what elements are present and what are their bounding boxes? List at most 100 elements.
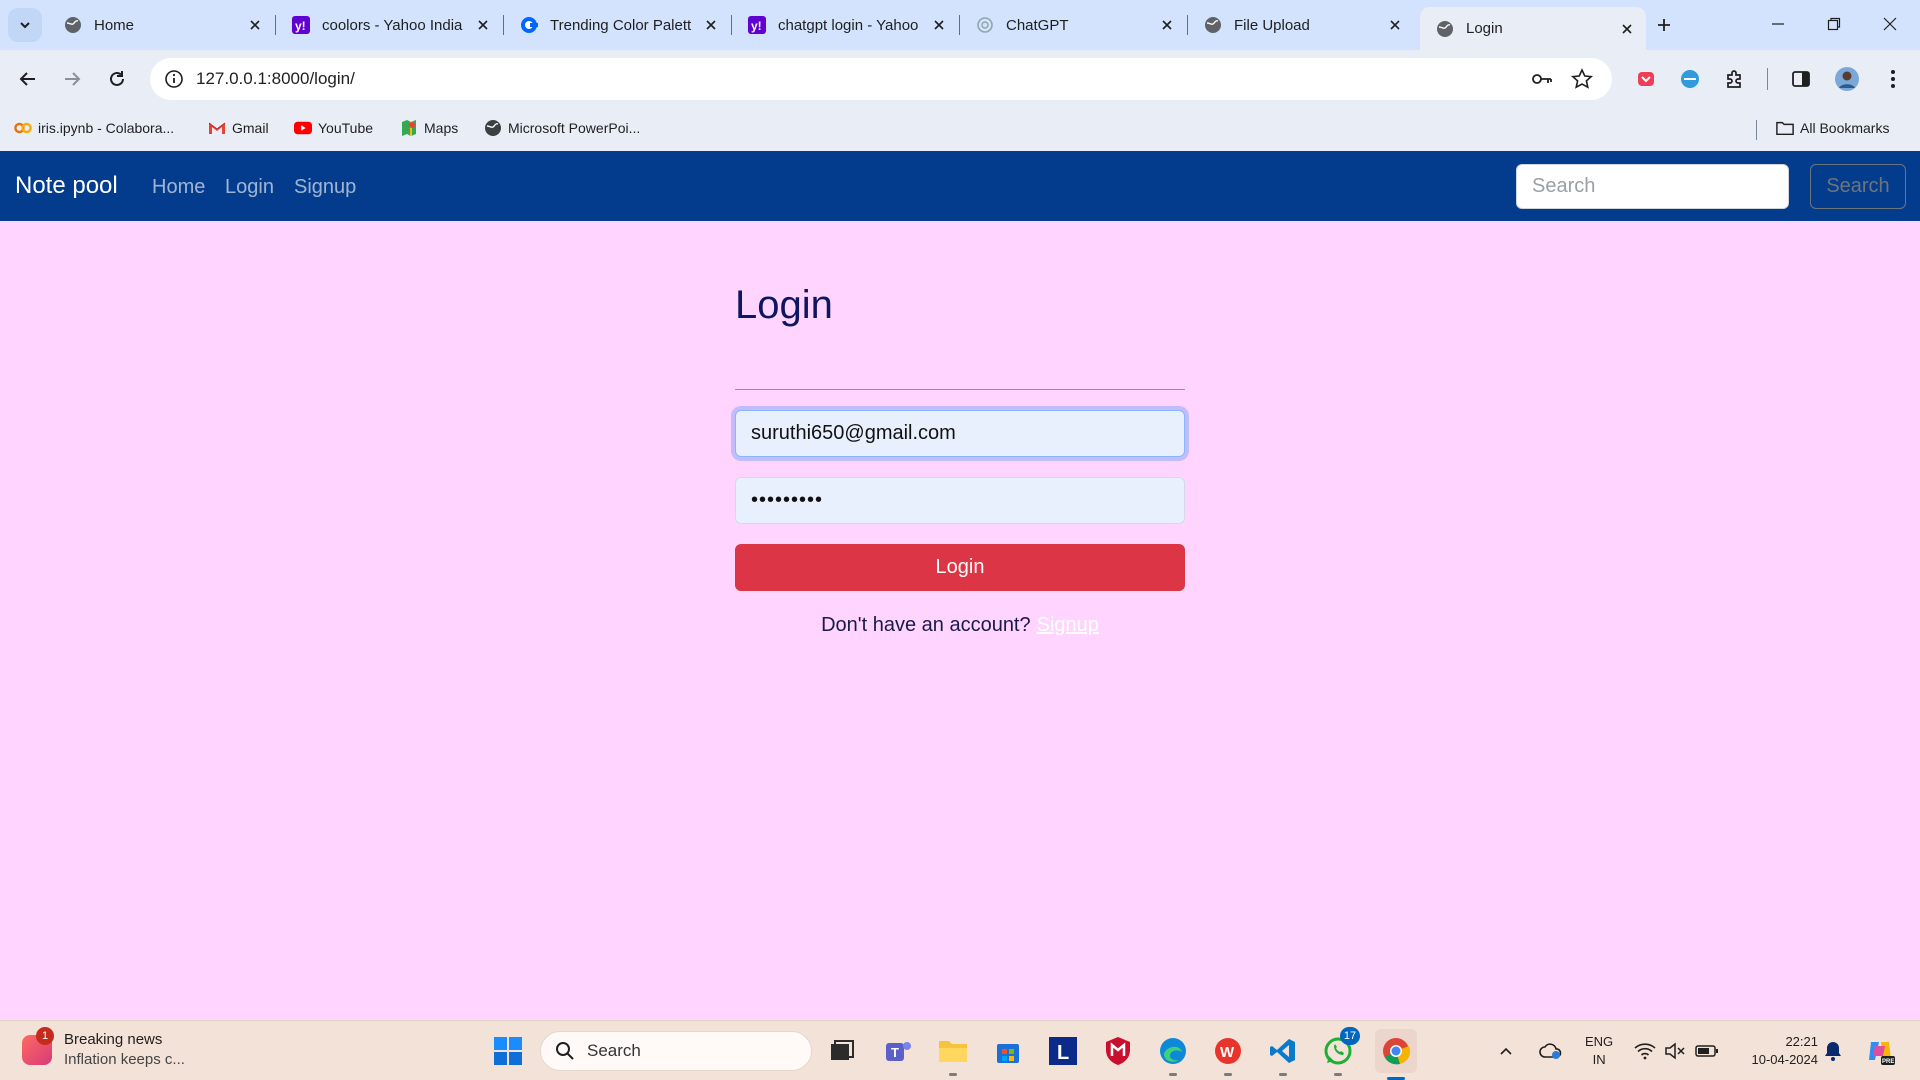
running-indicator bbox=[1169, 1073, 1177, 1076]
menu-button[interactable] bbox=[1875, 61, 1911, 97]
navbar-search-input[interactable] bbox=[1516, 164, 1789, 209]
whatsapp-app[interactable]: 17 bbox=[1320, 1027, 1360, 1076]
notifications-button[interactable] bbox=[1818, 1033, 1848, 1069]
url-text: 127.0.0.1:8000/login/ bbox=[196, 69, 355, 88]
reload-icon bbox=[110, 71, 124, 86]
profile-button[interactable] bbox=[1829, 61, 1865, 97]
language-indicator[interactable]: ENG IN bbox=[1585, 1033, 1613, 1069]
tab-title: File Upload bbox=[1234, 16, 1310, 34]
close-icon[interactable] bbox=[244, 14, 266, 36]
start-button[interactable] bbox=[490, 1033, 526, 1069]
close-icon bbox=[1883, 17, 1897, 31]
side-panel-button[interactable] bbox=[1783, 61, 1819, 97]
bookmark-gmail[interactable]: Gmail bbox=[208, 119, 269, 137]
wps-office-icon: W bbox=[1215, 1038, 1241, 1064]
tab-file-upload[interactable]: File Upload bbox=[1188, 7, 1414, 43]
login-button[interactable]: Login bbox=[735, 544, 1185, 591]
taskview-button[interactable] bbox=[824, 1033, 860, 1069]
close-icon[interactable] bbox=[472, 14, 494, 36]
forward-button[interactable] bbox=[54, 61, 90, 97]
site-info-icon[interactable] bbox=[162, 67, 186, 91]
bookmark-colab[interactable]: iris.ipynb - Colabora... bbox=[14, 119, 174, 137]
mcafee-app[interactable] bbox=[1100, 1033, 1136, 1069]
extension-circle-button[interactable] bbox=[1672, 61, 1708, 97]
clock[interactable]: 22:21 10-04-2024 bbox=[1722, 1033, 1819, 1069]
nav-link-signup[interactable]: Signup bbox=[294, 176, 356, 199]
bookmarks-bar: iris.ipynb - Colabora... Gmail YouTube M… bbox=[0, 108, 1920, 151]
bookmark-label: Maps bbox=[424, 120, 459, 136]
l-app[interactable]: L bbox=[1045, 1033, 1081, 1069]
extension-circle-icon bbox=[1681, 70, 1699, 88]
bookmark-youtube[interactable]: YouTube bbox=[294, 119, 373, 137]
bookmark-label: iris.ipynb - Colabora... bbox=[38, 120, 175, 136]
password-key-icon[interactable] bbox=[1530, 67, 1554, 91]
news-widget[interactable]: 1 Breaking news Inflation keeps c... bbox=[22, 1027, 185, 1070]
signup-link[interactable]: Signup bbox=[1037, 614, 1099, 636]
running-indicator bbox=[949, 1073, 957, 1076]
volume-muted-icon bbox=[1665, 1042, 1685, 1060]
reload-button[interactable] bbox=[99, 61, 135, 97]
clock-time: 22:21 bbox=[1785, 1034, 1818, 1049]
taskbar-search[interactable]: Search bbox=[540, 1031, 812, 1071]
store-app[interactable] bbox=[990, 1033, 1026, 1069]
password-field[interactable] bbox=[735, 477, 1185, 524]
pocket-icon bbox=[1638, 72, 1654, 86]
onedrive-tray[interactable] bbox=[1536, 1033, 1566, 1069]
teams-app[interactable]: T bbox=[880, 1033, 916, 1069]
star-icon[interactable] bbox=[1570, 67, 1594, 91]
browser-toolbar: 127.0.0.1:8000/login/ bbox=[0, 50, 1920, 108]
tab-home[interactable]: Home bbox=[48, 7, 274, 43]
show-hidden-icons-button[interactable] bbox=[1494, 1033, 1518, 1069]
wifi-tray[interactable] bbox=[1630, 1033, 1660, 1069]
running-indicator bbox=[1279, 1073, 1287, 1076]
bookmark-powerpoint[interactable]: Microsoft PowerPoi... bbox=[484, 119, 640, 137]
bookmarks-separator bbox=[1756, 120, 1757, 140]
navbar-search-button[interactable]: Search bbox=[1810, 164, 1906, 209]
file-explorer-app[interactable] bbox=[935, 1033, 971, 1076]
close-icon[interactable] bbox=[1616, 18, 1638, 40]
tab-title: chatgpt login - Yahoo bbox=[778, 16, 919, 34]
email-field[interactable] bbox=[735, 410, 1185, 457]
nav-link-login[interactable]: Login bbox=[225, 176, 274, 199]
navbar-brand[interactable]: Note pool bbox=[15, 172, 118, 200]
l-app-icon: L bbox=[1049, 1037, 1077, 1065]
battery-tray[interactable] bbox=[1692, 1033, 1722, 1069]
close-icon[interactable] bbox=[928, 14, 950, 36]
language-line1: ENG bbox=[1585, 1034, 1614, 1049]
copilot-button[interactable]: PRE bbox=[1862, 1033, 1898, 1069]
close-icon[interactable] bbox=[700, 14, 722, 36]
tab-coolors-yahoo[interactable]: y! coolors - Yahoo India bbox=[276, 7, 502, 43]
volume-tray[interactable] bbox=[1660, 1033, 1690, 1069]
battery-icon bbox=[1695, 1045, 1718, 1057]
restore-button[interactable] bbox=[1814, 8, 1854, 40]
tab-search-button[interactable] bbox=[8, 8, 42, 42]
nav-link-home[interactable]: Home bbox=[152, 176, 205, 199]
tab-trending-palettes[interactable]: Trending Color Palett bbox=[504, 7, 730, 43]
new-tab-button[interactable] bbox=[1650, 11, 1678, 39]
vscode-app[interactable] bbox=[1265, 1033, 1301, 1076]
windows-icon bbox=[494, 1037, 522, 1065]
tab-login[interactable]: Login bbox=[1420, 7, 1646, 50]
minimize-button[interactable] bbox=[1758, 8, 1798, 40]
address-bar[interactable]: 127.0.0.1:8000/login/ bbox=[150, 58, 1612, 100]
tab-chatgpt-login-yahoo[interactable]: y! chatgpt login - Yahoo bbox=[732, 7, 958, 43]
news-title: Breaking news bbox=[64, 1031, 163, 1048]
pocket-extension-button[interactable] bbox=[1628, 61, 1664, 97]
extensions-button[interactable] bbox=[1717, 61, 1753, 97]
bookmark-maps[interactable]: Maps bbox=[400, 119, 458, 137]
close-icon[interactable] bbox=[1156, 14, 1178, 36]
svg-text:PRE: PRE bbox=[1882, 1059, 1894, 1065]
search-icon bbox=[556, 1042, 574, 1060]
edge-app[interactable] bbox=[1155, 1033, 1191, 1076]
tab-chatgpt[interactable]: ChatGPT bbox=[960, 7, 1186, 43]
svg-text:y!: y! bbox=[751, 19, 762, 33]
back-button[interactable] bbox=[10, 61, 46, 97]
all-bookmarks-button[interactable]: All Bookmarks bbox=[1776, 119, 1889, 137]
tab-title: coolors - Yahoo India bbox=[322, 16, 463, 34]
wps-app[interactable]: W bbox=[1210, 1033, 1246, 1076]
chevron-down-icon bbox=[20, 22, 30, 29]
window-close-button[interactable] bbox=[1870, 8, 1910, 40]
close-icon[interactable] bbox=[1384, 14, 1406, 36]
chrome-app[interactable] bbox=[1375, 1029, 1417, 1080]
tab-title: Trending Color Palett bbox=[550, 16, 692, 34]
